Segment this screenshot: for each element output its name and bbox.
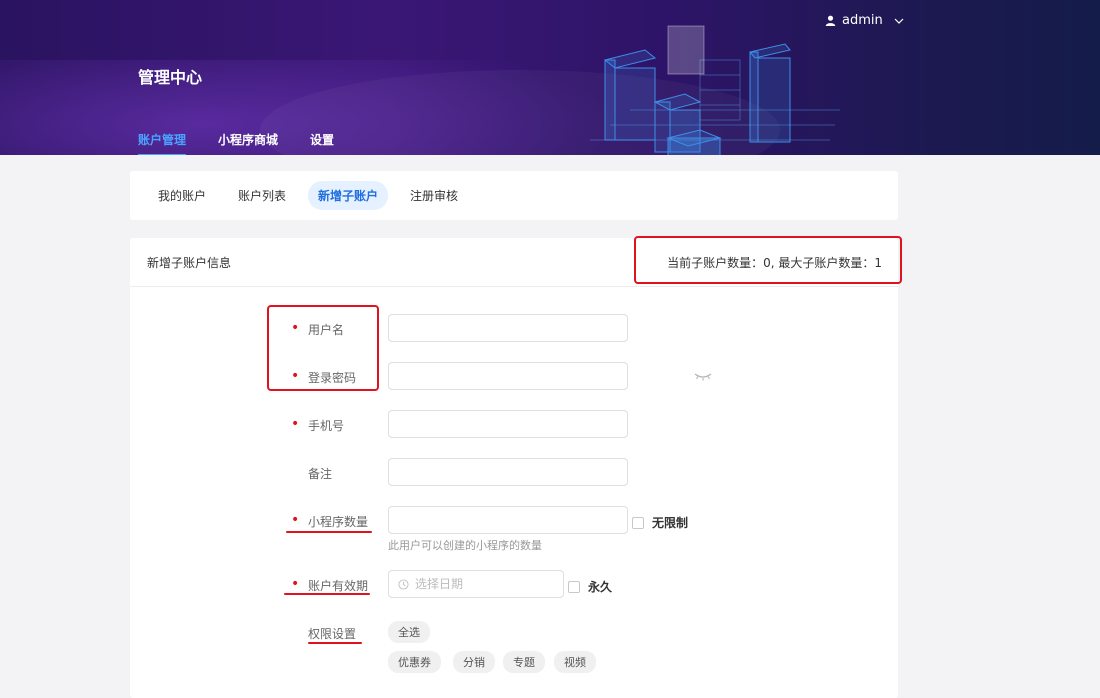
- clock-icon: [398, 579, 409, 590]
- forever-label: 永久: [588, 580, 613, 594]
- password-input[interactable]: [388, 362, 628, 390]
- required-dot: •: [291, 576, 300, 592]
- phone-input[interactable]: [388, 410, 628, 438]
- mp-count-input[interactable]: [388, 506, 628, 534]
- cityscape-illustration: [590, 25, 840, 155]
- nav-account-management[interactable]: 账户管理: [138, 131, 187, 155]
- user-icon: [825, 15, 836, 26]
- form-row-remark: 备注: [130, 458, 898, 486]
- top-header: 管理中心 admin 账户管理 小程序商城 设置: [0, 0, 1100, 155]
- expiry-label: 账户有效期: [308, 579, 369, 593]
- unlimited-label: 无限制: [652, 516, 689, 530]
- mp-count-hint: 此用户可以创建的小程序的数量: [388, 539, 542, 552]
- username-input[interactable]: [388, 314, 628, 342]
- annotation-underline-permissions: [308, 642, 362, 644]
- forever-checkbox[interactable]: 永久: [568, 578, 612, 595]
- required-dot: •: [291, 416, 300, 432]
- annotation-underline-expiry: [284, 593, 370, 595]
- tab-add-sub-account[interactable]: 新增子账户: [308, 181, 389, 210]
- tab-registration-review[interactable]: 注册审核: [400, 181, 468, 210]
- date-placeholder: 选择日期: [415, 577, 464, 591]
- permission-topic[interactable]: 专题: [503, 651, 545, 673]
- eye-closed-icon[interactable]: [693, 371, 713, 381]
- permission-select-all[interactable]: 全选: [388, 621, 430, 643]
- form-row-mp-count: • 小程序数量: [130, 506, 898, 534]
- remark-label: 备注: [308, 467, 333, 481]
- sub-tab-bar: 我的账户 账户列表 新增子账户 注册审核: [130, 171, 898, 220]
- remark-input[interactable]: [388, 458, 628, 486]
- user-name: admin: [842, 13, 883, 28]
- form-row-expiry: • 账户有效期 选择日期: [130, 570, 898, 598]
- form-row-password: • 登录密码: [130, 362, 898, 390]
- permission-coupon[interactable]: 优惠券: [388, 651, 441, 673]
- main-nav: 账户管理 小程序商城 设置: [138, 131, 334, 155]
- brand-title: 管理中心: [138, 68, 203, 87]
- sub-account-form-card: 新增子账户信息 当前子账户数量：0, 最大子账户数量：1 • 用户名 • 登录密…: [130, 236, 902, 698]
- chevron-down-icon: [894, 18, 904, 24]
- phone-label: 手机号: [308, 419, 345, 433]
- annotation-box-count: [634, 236, 902, 284]
- form-row-username: • 用户名: [130, 314, 898, 342]
- nav-mini-program-mall[interactable]: 小程序商城: [218, 131, 278, 155]
- nav-settings[interactable]: 设置: [310, 131, 334, 155]
- annotation-underline-mp-count: [286, 531, 372, 533]
- checkbox-box[interactable]: [632, 516, 644, 529]
- permission-video[interactable]: 视频: [554, 651, 596, 673]
- tab-account-list[interactable]: 账户列表: [228, 181, 296, 210]
- required-dot: •: [291, 512, 300, 528]
- card-title: 新增子账户信息: [147, 256, 232, 270]
- checkbox-box[interactable]: [568, 580, 580, 593]
- tab-my-account[interactable]: 我的账户: [148, 181, 216, 210]
- permission-label: 权限设置: [308, 627, 357, 641]
- user-menu[interactable]: admin: [825, 13, 905, 28]
- mp-count-label: 小程序数量: [308, 515, 369, 529]
- form-row-phone: • 手机号: [130, 410, 898, 438]
- annotation-box-credentials: [267, 305, 379, 391]
- unlimited-checkbox[interactable]: 无限制: [632, 514, 688, 531]
- date-picker-input[interactable]: 选择日期: [388, 570, 564, 598]
- form-row-permissions: 权限设置: [130, 618, 898, 646]
- permission-distribution[interactable]: 分销: [453, 651, 495, 673]
